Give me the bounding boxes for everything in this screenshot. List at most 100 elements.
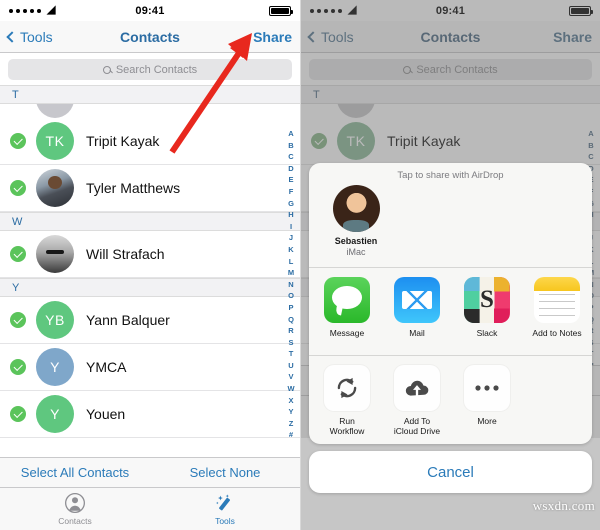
- avatar: Y: [36, 395, 74, 433]
- selection-toolbar: Select All Contacts Select None: [0, 457, 300, 487]
- avatar: [36, 169, 74, 207]
- index-letter[interactable]: E: [288, 174, 293, 186]
- avatar: [36, 235, 74, 273]
- table-row[interactable]: [0, 104, 300, 118]
- index-letter[interactable]: D: [288, 163, 293, 175]
- index-letter[interactable]: V: [288, 371, 293, 383]
- index-letter[interactable]: F: [289, 186, 294, 198]
- tab-tools-label: Tools: [215, 516, 235, 526]
- ellipsis-icon: [464, 365, 510, 411]
- contact-name: Will Strafach: [86, 246, 165, 262]
- nav-bar: Tools Contacts Share: [0, 21, 300, 53]
- checkmark-icon[interactable]: [10, 406, 26, 422]
- section-header: T: [0, 85, 300, 104]
- status-battery: [269, 5, 293, 16]
- select-all-button[interactable]: Select All Contacts: [0, 465, 150, 480]
- index-letter[interactable]: X: [288, 395, 293, 407]
- index-letter[interactable]: T: [289, 348, 294, 360]
- index-letter[interactable]: G: [288, 198, 294, 210]
- share-app-notes[interactable]: Add to Notes: [529, 277, 585, 348]
- table-row[interactable]: Will Strafach: [0, 231, 300, 278]
- person-icon: [65, 493, 85, 513]
- checkmark-icon[interactable]: [10, 359, 26, 375]
- airdrop-avatar: [332, 185, 380, 232]
- search-placeholder: Search Contacts: [115, 63, 198, 76]
- index-letter[interactable]: H: [288, 209, 293, 221]
- index-letter[interactable]: Q: [288, 314, 294, 326]
- contacts-list[interactable]: T TK Tripit Kayak Tyler Matthews W Will …: [0, 85, 300, 438]
- table-row[interactable]: Y Youen: [0, 391, 300, 438]
- alphabet-index[interactable]: ABCDEFGHIJKLMNOPQRSTUVWXYZ#: [284, 128, 298, 441]
- contact-name: Youen: [86, 406, 126, 422]
- share-app-label: Slack: [476, 328, 498, 338]
- notes-app-icon: [534, 277, 580, 323]
- share-app-slack[interactable]: S Slack: [459, 277, 515, 348]
- checkmark-icon[interactable]: [10, 246, 26, 262]
- index-letter[interactable]: J: [289, 232, 293, 244]
- back-button-label: Tools: [20, 28, 53, 45]
- index-letter[interactable]: A: [288, 128, 293, 140]
- checkmark-icon[interactable]: [10, 180, 26, 196]
- tab-tools[interactable]: Tools: [150, 488, 300, 530]
- checkmark-icon[interactable]: [10, 133, 26, 149]
- share-app-mail[interactable]: Mail: [389, 277, 445, 348]
- airdrop-target[interactable]: Sebastien iMac: [319, 185, 393, 258]
- avatar: Y: [36, 348, 74, 386]
- index-letter[interactable]: B: [288, 140, 293, 152]
- airdrop-target-name: Sebastien: [334, 236, 378, 246]
- phone-right: ◢ 09:41 Tools Contacts Share Search Cont…: [300, 0, 600, 530]
- airdrop-hint: Tap to share with AirDrop: [397, 170, 504, 181]
- share-app-label: Add to Notes: [532, 328, 582, 338]
- avatar-initials: TK: [45, 133, 65, 149]
- icloud-upload-icon: [394, 365, 440, 411]
- index-letter[interactable]: I: [290, 221, 292, 233]
- back-button[interactable]: Tools: [6, 28, 53, 45]
- airdrop-target-device: iMac: [346, 247, 366, 257]
- status-time: 09:41: [135, 4, 165, 17]
- index-letter[interactable]: M: [288, 267, 294, 279]
- index-letter[interactable]: N: [288, 279, 293, 291]
- index-letter[interactable]: Z: [289, 418, 294, 430]
- table-row[interactable]: TK Tripit Kayak: [0, 118, 300, 165]
- watermark: wsxdn.com: [532, 498, 595, 513]
- checkmark-icon[interactable]: [10, 312, 26, 328]
- action-add-to-icloud-drive[interactable]: Add To iCloud Drive: [389, 365, 445, 436]
- share-app-label: Message: [329, 328, 365, 338]
- airdrop-section: Tap to share with AirDrop Sebastien iMac: [309, 163, 592, 267]
- share-actions-row[interactable]: Run Workflow Add To iCloud Drive More: [309, 356, 592, 444]
- index-letter[interactable]: U: [288, 360, 293, 372]
- tab-contacts[interactable]: Contacts: [0, 488, 150, 530]
- search-icon: [102, 65, 111, 74]
- index-letter[interactable]: R: [288, 325, 293, 337]
- share-button[interactable]: Share: [253, 29, 292, 45]
- action-label: Add To iCloud Drive: [393, 416, 441, 436]
- magic-wand-icon: [216, 494, 230, 511]
- index-letter[interactable]: C: [288, 151, 293, 163]
- refresh-icon: [324, 365, 370, 411]
- cancel-button[interactable]: Cancel: [309, 451, 592, 493]
- action-run-workflow[interactable]: Run Workflow: [319, 365, 375, 436]
- avatar-initials: Y: [50, 359, 60, 375]
- share-app-label: Mail: [409, 328, 425, 338]
- phone-left: ◢ 09:41 Tools Contacts Share Search Cont…: [0, 0, 300, 530]
- share-app-message[interactable]: Message: [319, 277, 375, 348]
- table-row[interactable]: Y YMCA: [0, 344, 300, 391]
- index-letter[interactable]: P: [288, 302, 293, 314]
- table-row[interactable]: YB Yann Balquer: [0, 297, 300, 344]
- index-letter[interactable]: W: [287, 383, 294, 395]
- action-more[interactable]: More: [459, 365, 515, 436]
- share-apps-row[interactable]: Message Mail S Slack Add to Notes: [309, 268, 592, 355]
- table-row[interactable]: Tyler Matthews: [0, 165, 300, 212]
- section-header: W: [0, 212, 300, 231]
- mail-app-icon: [394, 277, 440, 323]
- index-letter[interactable]: S: [288, 337, 293, 349]
- index-letter[interactable]: Y: [288, 406, 293, 418]
- index-letter[interactable]: K: [288, 244, 293, 256]
- search-input[interactable]: Search Contacts: [8, 59, 292, 80]
- index-letter[interactable]: #: [289, 429, 293, 441]
- tab-bar: Contacts Tools: [0, 487, 300, 530]
- index-letter[interactable]: L: [289, 256, 294, 268]
- select-none-button[interactable]: Select None: [150, 465, 300, 480]
- index-letter[interactable]: O: [288, 290, 294, 302]
- avatar: TK: [36, 122, 74, 160]
